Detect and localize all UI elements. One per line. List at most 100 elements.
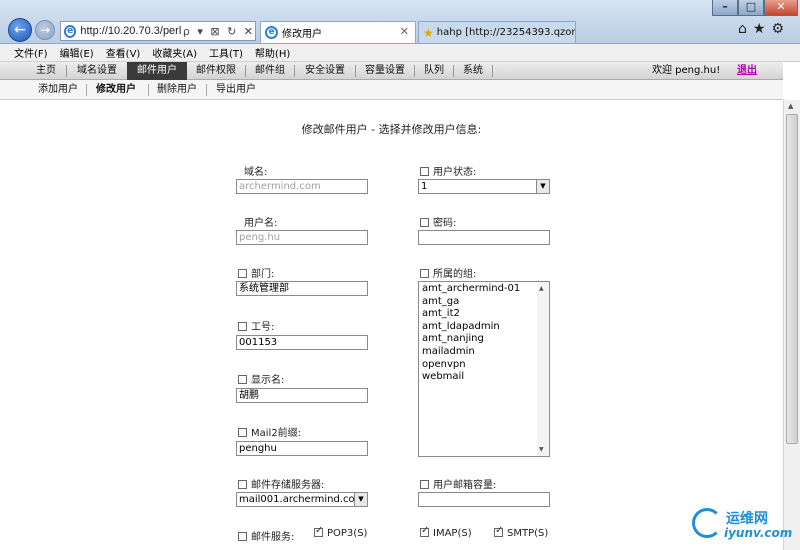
ie-tab-icon: e (265, 26, 278, 39)
group-item[interactable]: amt_ldapadmin (422, 321, 549, 334)
menu-favorites[interactable]: 收藏夹(A) (152, 45, 197, 60)
scroll-down-icon[interactable]: ▼ (539, 446, 544, 453)
scroll-up-icon[interactable]: ▲ (539, 285, 544, 292)
display-name-field[interactable]: 胡鹏 (236, 388, 368, 403)
minimize-button[interactable]: – (712, 0, 738, 16)
tab-close-icon[interactable]: ✕ (400, 25, 409, 38)
browser-titlebar: ← → e http://10.20.70.3/perl/e ρ ▾ ⊠ ↻ ✕… (0, 0, 800, 44)
nav-mail-permissions[interactable]: 邮件权限 (187, 62, 245, 80)
username-field[interactable]: peng.hu (236, 230, 368, 245)
empno-checkbox[interactable] (238, 322, 247, 331)
group-item[interactable]: openvpn (422, 359, 549, 372)
tab-active[interactable]: e 修改用户 ✕ (260, 21, 416, 43)
status-select-value: 1 (421, 181, 428, 192)
logout-link[interactable]: 退出 (737, 62, 757, 80)
group-item[interactable]: amt_ga (422, 296, 549, 309)
password-field[interactable] (418, 230, 550, 245)
storage-label-row: 邮件存储服务器: (238, 476, 324, 491)
address-bar[interactable]: e http://10.20.70.3/perl/e ρ ▾ ⊠ ↻ ✕ (60, 21, 256, 41)
imap-row: IMAP(S) (420, 525, 472, 539)
group-item[interactable]: amt_archermind-01 (422, 283, 549, 296)
group-item[interactable]: amt_nanjing (422, 333, 549, 346)
display-name-label-row: 显示名: (238, 371, 284, 386)
listbox-scrollbar[interactable]: ▲ ▼ (537, 282, 549, 456)
quota-field[interactable] (418, 492, 550, 507)
nav-home[interactable]: 主页 (26, 62, 66, 80)
nav-mail-users[interactable]: 邮件用户 (127, 62, 187, 80)
mail2-label: Mail2前缀: (251, 428, 302, 439)
imap-checkbox[interactable] (420, 525, 429, 537)
home-favorites-tools-icons[interactable]: ⌂★⚙ (738, 21, 790, 37)
sub-nav: 添加用户 修改用户 删除用户 导出用户 (0, 80, 783, 100)
menu-file[interactable]: 文件(F) (14, 45, 48, 60)
imap-label: IMAP(S) (433, 528, 472, 539)
groups-label-row: 所属的组: (420, 265, 476, 280)
quota-checkbox[interactable] (420, 480, 429, 489)
quota-label: 用户邮箱容量: (433, 480, 497, 491)
subnav-export-user[interactable]: 导出用户 (216, 80, 256, 100)
chevron-down-icon: ▼ (354, 493, 367, 506)
watermark-cn: 运维网 (726, 511, 768, 527)
page-title: 修改邮件用户 - 选择并修改用户信息: (301, 123, 482, 136)
tab-active-label: 修改用户 (282, 29, 322, 40)
nav-quota[interactable]: 容量设置 (356, 62, 414, 80)
nav-security[interactable]: 安全设置 (295, 62, 355, 80)
storage-select[interactable]: mail001.archermind.co ▼ (236, 492, 368, 507)
groups-label: 所属的组: (433, 269, 477, 280)
status-checkbox[interactable] (420, 167, 429, 176)
nav-mail-groups[interactable]: 邮件组 (246, 62, 294, 80)
password-label-row: 密码: (420, 214, 456, 229)
pop3-row: POP3(S) (314, 525, 367, 539)
group-item[interactable]: amt_it2 (422, 308, 549, 321)
quota-label-row: 用户邮箱容量: (420, 476, 496, 491)
mail2-field[interactable]: penghu (236, 441, 368, 456)
subnav-add-user[interactable]: 添加用户 (38, 80, 78, 100)
app-main-nav: 主页 域名设置 邮件用户 邮件权限 邮件组 安全设置 容量设置 队列 系统 欢迎… (0, 62, 783, 80)
star-tab-icon: ★ (423, 25, 434, 40)
menu-edit[interactable]: 编辑(E) (60, 45, 94, 60)
display-name-checkbox[interactable] (238, 375, 247, 384)
maximize-button[interactable]: □ (738, 0, 764, 16)
welcome-text: 欢迎 peng.hu! (652, 65, 721, 76)
scroll-thumb[interactable] (786, 114, 798, 444)
service-label-row: 邮件服务: (238, 528, 294, 543)
scroll-up-icon[interactable]: ▲ (788, 102, 793, 110)
address-tools-icons[interactable]: ρ ▾ ⊠ ↻ ✕ (183, 25, 255, 38)
empno-field[interactable]: 001153 (236, 335, 368, 350)
empno-label: 工号: (251, 322, 275, 333)
smtp-checkbox[interactable] (494, 525, 503, 537)
status-select[interactable]: 1 ▼ (418, 179, 550, 194)
tab-inactive[interactable]: ★ hahp [http://23254393.qzon... (418, 21, 576, 43)
groups-checkbox[interactable] (420, 269, 429, 278)
subnav-delete-user[interactable]: 删除用户 (157, 80, 197, 100)
menu-view[interactable]: 查看(V) (106, 45, 141, 60)
pop3-checkbox[interactable] (314, 525, 323, 537)
nav-queue[interactable]: 队列 (415, 62, 453, 80)
username-label: 用户名: (244, 218, 278, 229)
mail2-label-row: Mail2前缀: (238, 424, 301, 439)
nav-system[interactable]: 系统 (454, 62, 492, 80)
nav-domain-settings[interactable]: 域名设置 (67, 62, 127, 80)
menu-help[interactable]: 帮助(H) (255, 45, 290, 60)
service-checkbox[interactable] (238, 532, 247, 541)
status-label-row: 用户状态: (420, 163, 476, 178)
forward-button[interactable]: → (35, 20, 55, 40)
address-text[interactable]: http://10.20.70.3/perl/e (80, 25, 180, 37)
dept-field[interactable]: 系统管理部 (236, 281, 368, 296)
dept-label-row: 部门: (238, 265, 274, 280)
dept-checkbox[interactable] (238, 269, 247, 278)
mail2-checkbox[interactable] (238, 428, 247, 437)
domain-field[interactable]: archermind.com (236, 179, 368, 194)
service-label: 邮件服务: (251, 532, 295, 543)
password-checkbox[interactable] (420, 218, 429, 227)
groups-listbox[interactable]: amt_archermind-01 amt_ga amt_it2 amt_lda… (418, 281, 550, 457)
back-button[interactable]: ← (8, 18, 32, 42)
close-window-button[interactable]: ✕ (764, 0, 798, 16)
group-item[interactable]: webmail (422, 371, 549, 384)
storage-checkbox[interactable] (238, 480, 247, 489)
group-item[interactable]: mailadmin (422, 346, 549, 359)
subnav-modify-user[interactable]: 修改用户 (96, 80, 136, 100)
page-scrollbar[interactable]: ▲ (783, 100, 800, 550)
menu-tools[interactable]: 工具(T) (209, 45, 243, 60)
watermark-en: iyunv.com (724, 526, 793, 540)
